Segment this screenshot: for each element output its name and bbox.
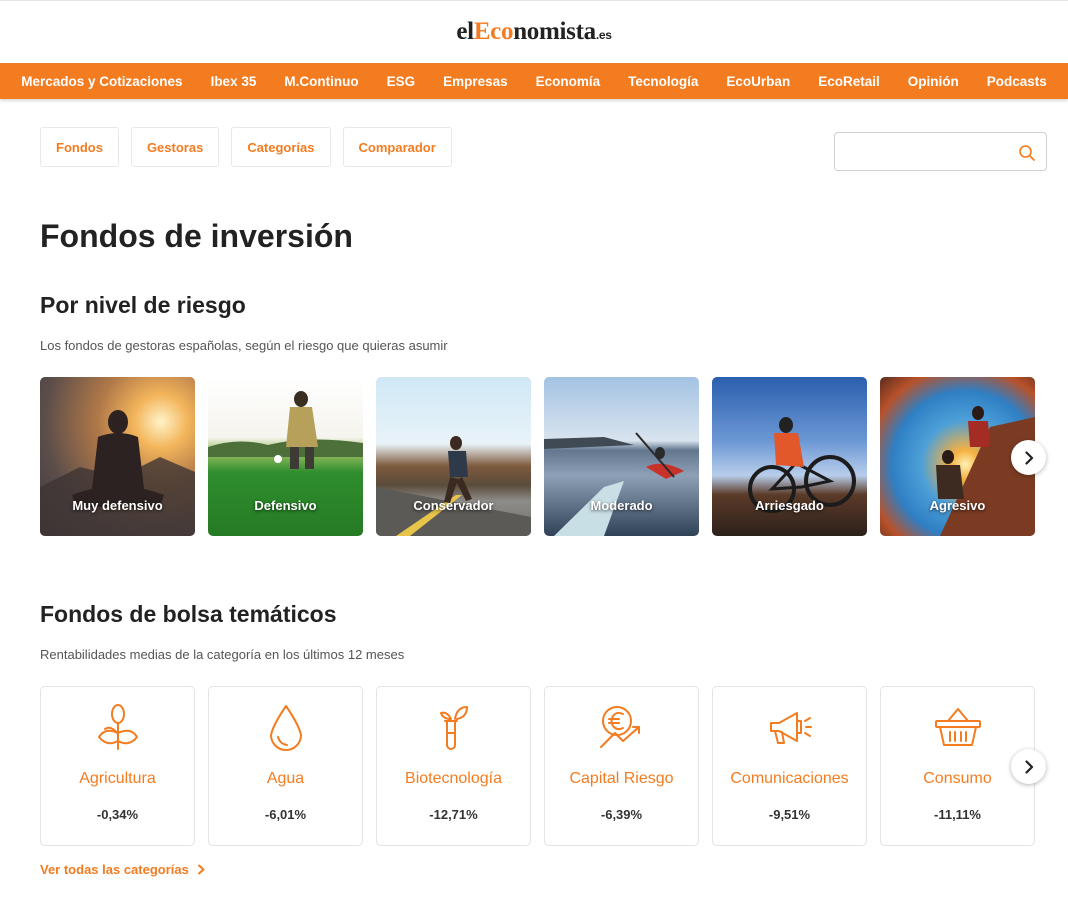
theme-value: -9,51% xyxy=(768,807,811,822)
risk-carousel-next-button[interactable] xyxy=(1011,440,1046,475)
chevron-right-icon xyxy=(1024,450,1033,465)
logo-bar: elEconomista.es xyxy=(0,0,1068,63)
theme-name: Agua xyxy=(266,770,305,787)
logo-text-eco: Eco xyxy=(473,18,514,45)
test-tube-icon xyxy=(439,706,468,750)
risk-card-defensivo[interactable]: Defensivo xyxy=(208,377,363,536)
theme-name: Consumo xyxy=(923,770,992,787)
risk-label: Moderado xyxy=(590,498,653,513)
theme-card-capital-riesgo[interactable]: Capital Riesgo -6,39% xyxy=(544,686,699,846)
tab-categorias[interactable]: Categorías xyxy=(231,127,331,167)
nav-ecoretail[interactable]: EcoRetail xyxy=(804,74,894,89)
nav-empresas[interactable]: Empresas xyxy=(429,74,522,89)
megaphone-icon xyxy=(769,712,812,744)
site-logo[interactable]: elEconomista.es xyxy=(456,18,612,46)
page-title: Fondos de inversión xyxy=(40,218,353,254)
nav-economia[interactable]: Economía xyxy=(522,74,615,89)
risk-carousel: Muy defensivo Defensivo Conservador Mode… xyxy=(40,377,1035,536)
theme-name: Capital Riesgo xyxy=(569,770,674,787)
thematic-section-subtitle: Rentabilidades medias de la categoría en… xyxy=(40,647,405,662)
logo-tld: .es xyxy=(595,28,612,42)
see-all-label: Ver todas las categorías xyxy=(40,862,189,877)
thematic-section-title: Fondos de bolsa temáticos xyxy=(40,601,337,627)
chevron-right-icon xyxy=(197,864,205,875)
risk-card-moderado[interactable]: Moderado xyxy=(544,377,699,536)
theme-card-biotecnologia[interactable]: Biotecnología -12,71% xyxy=(376,686,531,846)
tab-gestoras[interactable]: Gestoras xyxy=(130,127,220,167)
theme-card-agricultura[interactable]: Agricultura -0,34% xyxy=(40,686,195,846)
theme-name: Comunicaciones xyxy=(730,770,849,787)
risk-label: Muy defensivo xyxy=(72,498,163,513)
nav-mercados[interactable]: Mercados y Cotizaciones xyxy=(7,74,196,89)
risk-section-title: Por nivel de riesgo xyxy=(40,292,246,318)
thematic-carousel-next-button[interactable] xyxy=(1011,749,1046,784)
subnav: Fondos Gestoras Categorías Comparador xyxy=(40,127,452,167)
nav-ecourban[interactable]: EcoUrban xyxy=(712,74,804,89)
risk-label: Conservador xyxy=(413,498,494,513)
water-drop-icon xyxy=(269,705,302,751)
risk-label: Defensivo xyxy=(254,498,317,513)
nav-mcontinuo[interactable]: M.Continuo xyxy=(270,74,372,89)
euro-growth-icon xyxy=(599,706,640,748)
theme-name: Agricultura xyxy=(79,770,156,787)
main-nav: Mercados y Cotizaciones Ibex 35 M.Contin… xyxy=(0,63,1068,99)
risk-section-subtitle: Los fondos de gestoras españolas, según … xyxy=(40,338,448,353)
theme-card-agua[interactable]: Agua -6,01% xyxy=(208,686,363,846)
theme-name: Biotecnología xyxy=(405,770,502,787)
risk-card-muy-defensivo[interactable]: Muy defensivo xyxy=(40,377,195,536)
thematic-carousel: Agricultura -0,34% Agua -6,01% Biotecnol… xyxy=(40,686,1035,846)
plant-icon xyxy=(97,704,138,750)
search-icon[interactable] xyxy=(1018,144,1036,162)
risk-label: Agresivo xyxy=(929,498,986,513)
basket-icon xyxy=(934,708,981,746)
theme-card-comunicaciones[interactable]: Comunicaciones -9,51% xyxy=(712,686,867,846)
theme-value: -11,11% xyxy=(934,807,981,822)
risk-card-arriesgado[interactable]: Arriesgado xyxy=(712,377,867,536)
search-box xyxy=(834,132,1047,171)
nav-opinion[interactable]: Opinión xyxy=(894,74,973,89)
nav-ibex35[interactable]: Ibex 35 xyxy=(197,74,271,89)
theme-value: -0,34% xyxy=(96,807,139,822)
risk-card-conservador[interactable]: Conservador xyxy=(376,377,531,536)
logo-text-nomista: nomista xyxy=(513,18,596,45)
tab-comparador[interactable]: Comparador xyxy=(342,127,452,167)
nav-tecnologia[interactable]: Tecnología xyxy=(614,74,712,89)
nav-esg[interactable]: ESG xyxy=(373,74,430,89)
chevron-right-icon xyxy=(1024,759,1033,774)
search-input[interactable] xyxy=(835,133,1015,170)
tab-fondos[interactable]: Fondos xyxy=(40,127,119,167)
theme-value: -6,39% xyxy=(600,807,643,822)
theme-value: -6,01% xyxy=(264,807,307,822)
theme-value: -12,71% xyxy=(429,807,478,822)
see-all-categories-link[interactable]: Ver todas las categorías xyxy=(40,862,206,877)
nav-podcasts[interactable]: Podcasts xyxy=(973,74,1061,89)
risk-label: Arriesgado xyxy=(755,498,824,513)
logo-text-el: el xyxy=(456,18,474,45)
